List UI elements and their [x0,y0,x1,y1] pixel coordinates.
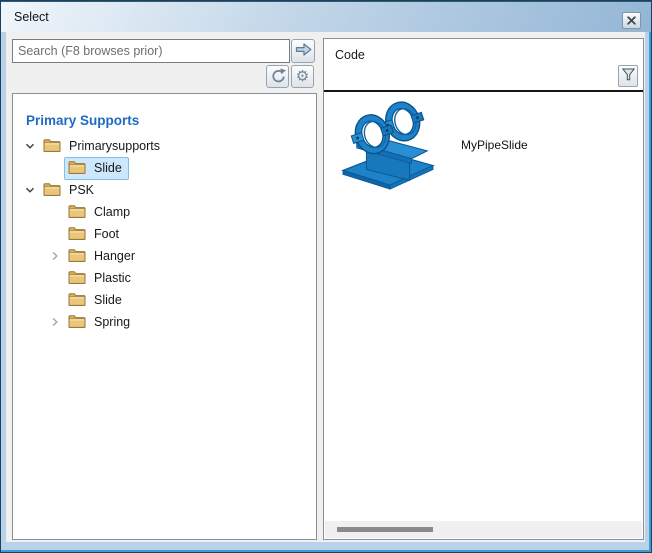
tree-expander-icon[interactable] [23,183,37,197]
tree-row: Slide [13,289,316,311]
refresh-icon [269,67,286,87]
titlebar[interactable]: Select [1,1,651,32]
tree-expander-icon[interactable] [48,161,62,175]
close-button[interactable] [622,12,641,29]
tree-row: Hanger [13,245,316,267]
search-go-button[interactable] [291,39,315,63]
tree: Primarysupports Slide [13,135,316,333]
tree-expander-icon[interactable] [48,249,62,263]
tree-row: Slide [13,157,316,179]
folder-icon [68,292,86,309]
tree-row: Spring [13,311,316,333]
folder-icon [68,248,86,265]
tree-node[interactable]: Slide [64,157,129,180]
search-input[interactable] [12,39,290,63]
close-icon [627,13,636,28]
tree-node[interactable]: Slide [64,289,129,312]
tree-node-label: Hanger [94,249,135,263]
folder-icon [68,314,86,331]
refresh-button[interactable] [266,65,289,88]
scrollbar-thumb[interactable] [337,527,433,532]
tree-node[interactable]: PSK [39,179,101,202]
tree-row: Plastic [13,267,316,289]
results-list: MyPipeSlide [324,92,643,193]
tree-expander-icon[interactable] [48,315,62,329]
results-panel: Code [323,38,644,540]
tree-node-label: Slide [94,161,122,175]
filter-funnel-icon [622,68,635,84]
result-item[interactable]: MyPipeSlide [337,97,643,193]
result-item-label: MyPipeSlide [461,138,528,152]
settings-button[interactable]: ⚙ [291,65,314,88]
tree-node-label: Clamp [94,205,130,219]
go-arrow-icon [295,42,312,60]
folder-icon [43,138,61,155]
folder-icon [68,204,86,221]
folder-icon [68,226,86,243]
tree-header: Primary Supports [26,113,316,128]
tree-node[interactable]: Primarysupports [39,135,167,158]
catalog-tree-panel: Primary Supports Primarysupports [12,93,317,540]
tree-node-label: Foot [94,227,119,241]
pipe-slide-3d-icon [337,97,439,193]
results-header-label: Code [335,48,365,62]
tree-expander-icon[interactable] [48,271,62,285]
tree-row: PSK [13,179,316,201]
tree-expander-icon[interactable] [48,205,62,219]
tree-node-label: PSK [69,183,94,197]
folder-icon [68,160,86,177]
tree-row: Clamp [13,201,316,223]
folder-icon [68,270,86,287]
tree-node[interactable]: Hanger [64,245,142,268]
tree-node-label: Spring [94,315,130,329]
folder-icon [43,182,61,199]
tree-expander-icon[interactable] [48,293,62,307]
horizontal-scrollbar[interactable] [325,521,642,538]
gear-icon: ⚙ [296,69,309,84]
window-title: Select [14,10,49,24]
results-header: Code [324,39,643,92]
filter-button[interactable] [618,65,638,87]
tree-expander-icon[interactable] [23,139,37,153]
tree-node-label: Slide [94,293,122,307]
tree-node-label: Plastic [94,271,131,285]
tree-row: Foot [13,223,316,245]
tree-row: Primarysupports [13,135,316,157]
tree-node[interactable]: Plastic [64,267,138,290]
select-dialog-window: Select ⚙ Primary Supports [0,0,652,553]
tree-node[interactable]: Spring [64,311,137,334]
tree-expander-icon[interactable] [48,227,62,241]
tree-node[interactable]: Foot [64,223,126,246]
tree-node[interactable]: Clamp [64,201,137,224]
tree-node-label: Primarysupports [69,139,160,153]
